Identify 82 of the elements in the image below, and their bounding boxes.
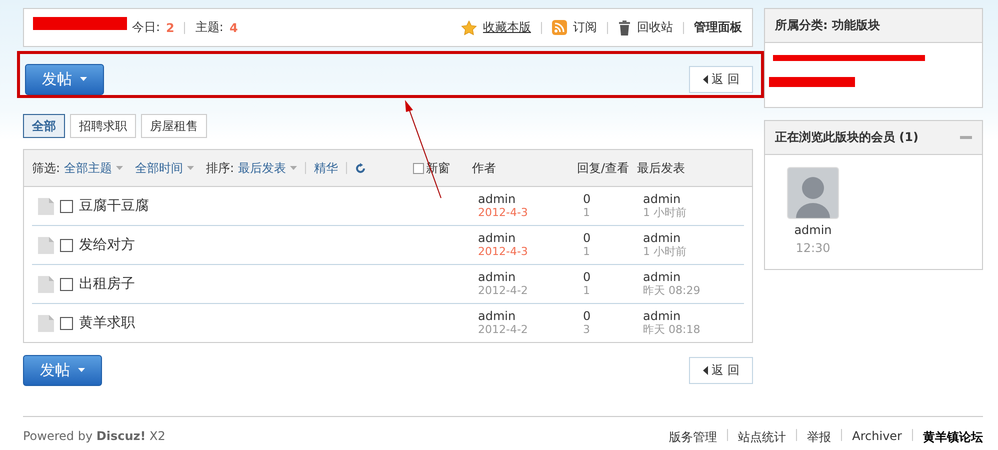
header-link[interactable]: 管理面板 (694, 19, 742, 36)
category-tab[interactable]: 招聘求职 (70, 114, 136, 138)
site-name[interactable]: 黄羊镇论坛 (923, 429, 983, 446)
back-button[interactable]: 返 回 (689, 66, 753, 92)
last-poster[interactable]: admin (643, 270, 744, 284)
filter-label: 筛选: (32, 160, 60, 176)
author-name[interactable]: admin (478, 270, 583, 284)
reply-count: 0 (583, 309, 592, 323)
last-post-time: 昨天 08:29 (643, 284, 702, 298)
reply-count: 0 (583, 231, 592, 245)
caret-icon (78, 368, 85, 372)
thread-title[interactable]: 豆腐干豆腐 (79, 197, 149, 215)
column-header: 作者 (472, 160, 497, 176)
new-window-checkbox[interactable] (413, 162, 424, 174)
document-icon (38, 236, 54, 254)
header-link[interactable]: 回收站 (637, 19, 673, 36)
footer-link[interactable]: Archiver (852, 429, 902, 446)
back-button[interactable]: 返 回 (689, 356, 753, 384)
view-count: 3 (583, 323, 591, 337)
footer-link[interactable]: 举报 (807, 429, 832, 446)
post-date: 2012-4-2 (478, 284, 529, 298)
category-tab[interactable]: 全部 (23, 114, 65, 138)
author-name[interactable]: admin (478, 192, 583, 206)
column-header: 回复/查看 (577, 160, 630, 176)
dropdown-icon (187, 166, 194, 170)
reply-count: 0 (583, 192, 592, 206)
last-post-time: 1 小时前 (643, 206, 688, 220)
star-icon (461, 20, 477, 36)
last-poster[interactable]: admin (643, 309, 744, 323)
last-post-time: 1 小时前 (643, 245, 688, 259)
last-poster[interactable]: admin (643, 231, 744, 245)
document-icon (38, 314, 54, 332)
rss-icon (552, 20, 567, 35)
post-button[interactable]: 发帖 (25, 64, 104, 94)
post-button[interactable]: 发帖 (23, 354, 102, 386)
today-count: 2 (166, 20, 174, 34)
author-name[interactable]: admin (478, 231, 583, 245)
dropdown-icon (116, 166, 124, 170)
digest-link[interactable]: 精华 (314, 160, 338, 176)
post-date: 2012-4-3 (478, 245, 529, 259)
online-members-title: 正在浏览此版块的会员 (1) (775, 129, 918, 146)
member-time: 12:30 (796, 241, 830, 255)
category-title: 所属分类: 功能版块 (775, 17, 880, 34)
document-icon (38, 276, 54, 292)
view-count: 1 (583, 245, 591, 259)
member-name[interactable]: admin (794, 223, 832, 237)
checkbox[interactable] (60, 200, 73, 212)
back-arrow-icon (702, 366, 708, 374)
caret-icon (80, 77, 87, 81)
last-post-time: 昨天 08:18 (643, 323, 702, 337)
footer-link[interactable]: 站点统计 (738, 429, 786, 446)
checkbox[interactable] (60, 316, 73, 330)
sort-link[interactable]: 最后发表 (238, 160, 286, 176)
topics-label: 主题: (195, 19, 224, 36)
column-header: 最后发表 (637, 160, 686, 176)
header-link[interactable]: 订阅 (573, 19, 597, 36)
last-poster[interactable]: admin (643, 192, 744, 206)
thread-title[interactable]: 黄羊求职 (79, 314, 135, 332)
document-icon (38, 198, 54, 214)
refresh-icon[interactable] (355, 162, 366, 174)
back-arrow-icon (702, 74, 708, 84)
header-link[interactable]: 收藏本版 (483, 19, 531, 36)
powered-by-text: Powered by Discuz! X2 (23, 429, 166, 445)
trash-icon (618, 20, 631, 36)
filter-link[interactable]: 全部主题 (64, 160, 112, 176)
category-tab[interactable]: 房屋租售 (141, 114, 207, 138)
filter-link[interactable]: 全部时间 (135, 160, 184, 176)
author-name[interactable]: admin (478, 309, 583, 323)
post-date: 2012-4-3 (478, 206, 529, 220)
topics-count: 4 (229, 20, 238, 34)
checkbox[interactable] (60, 238, 73, 252)
footer-link[interactable]: 版务管理 (669, 429, 718, 446)
today-label: 今日: (132, 19, 160, 36)
reply-count: 0 (583, 270, 592, 284)
view-count: 1 (583, 206, 591, 220)
thread-title[interactable]: 出租房子 (79, 275, 135, 293)
view-count: 1 (583, 284, 591, 298)
thread-title[interactable]: 发给对方 (79, 236, 135, 254)
sort-label: 排序: (206, 160, 234, 176)
checkbox[interactable] (60, 278, 73, 290)
post-date: 2012-4-2 (478, 323, 529, 337)
dropdown-icon (290, 166, 298, 170)
